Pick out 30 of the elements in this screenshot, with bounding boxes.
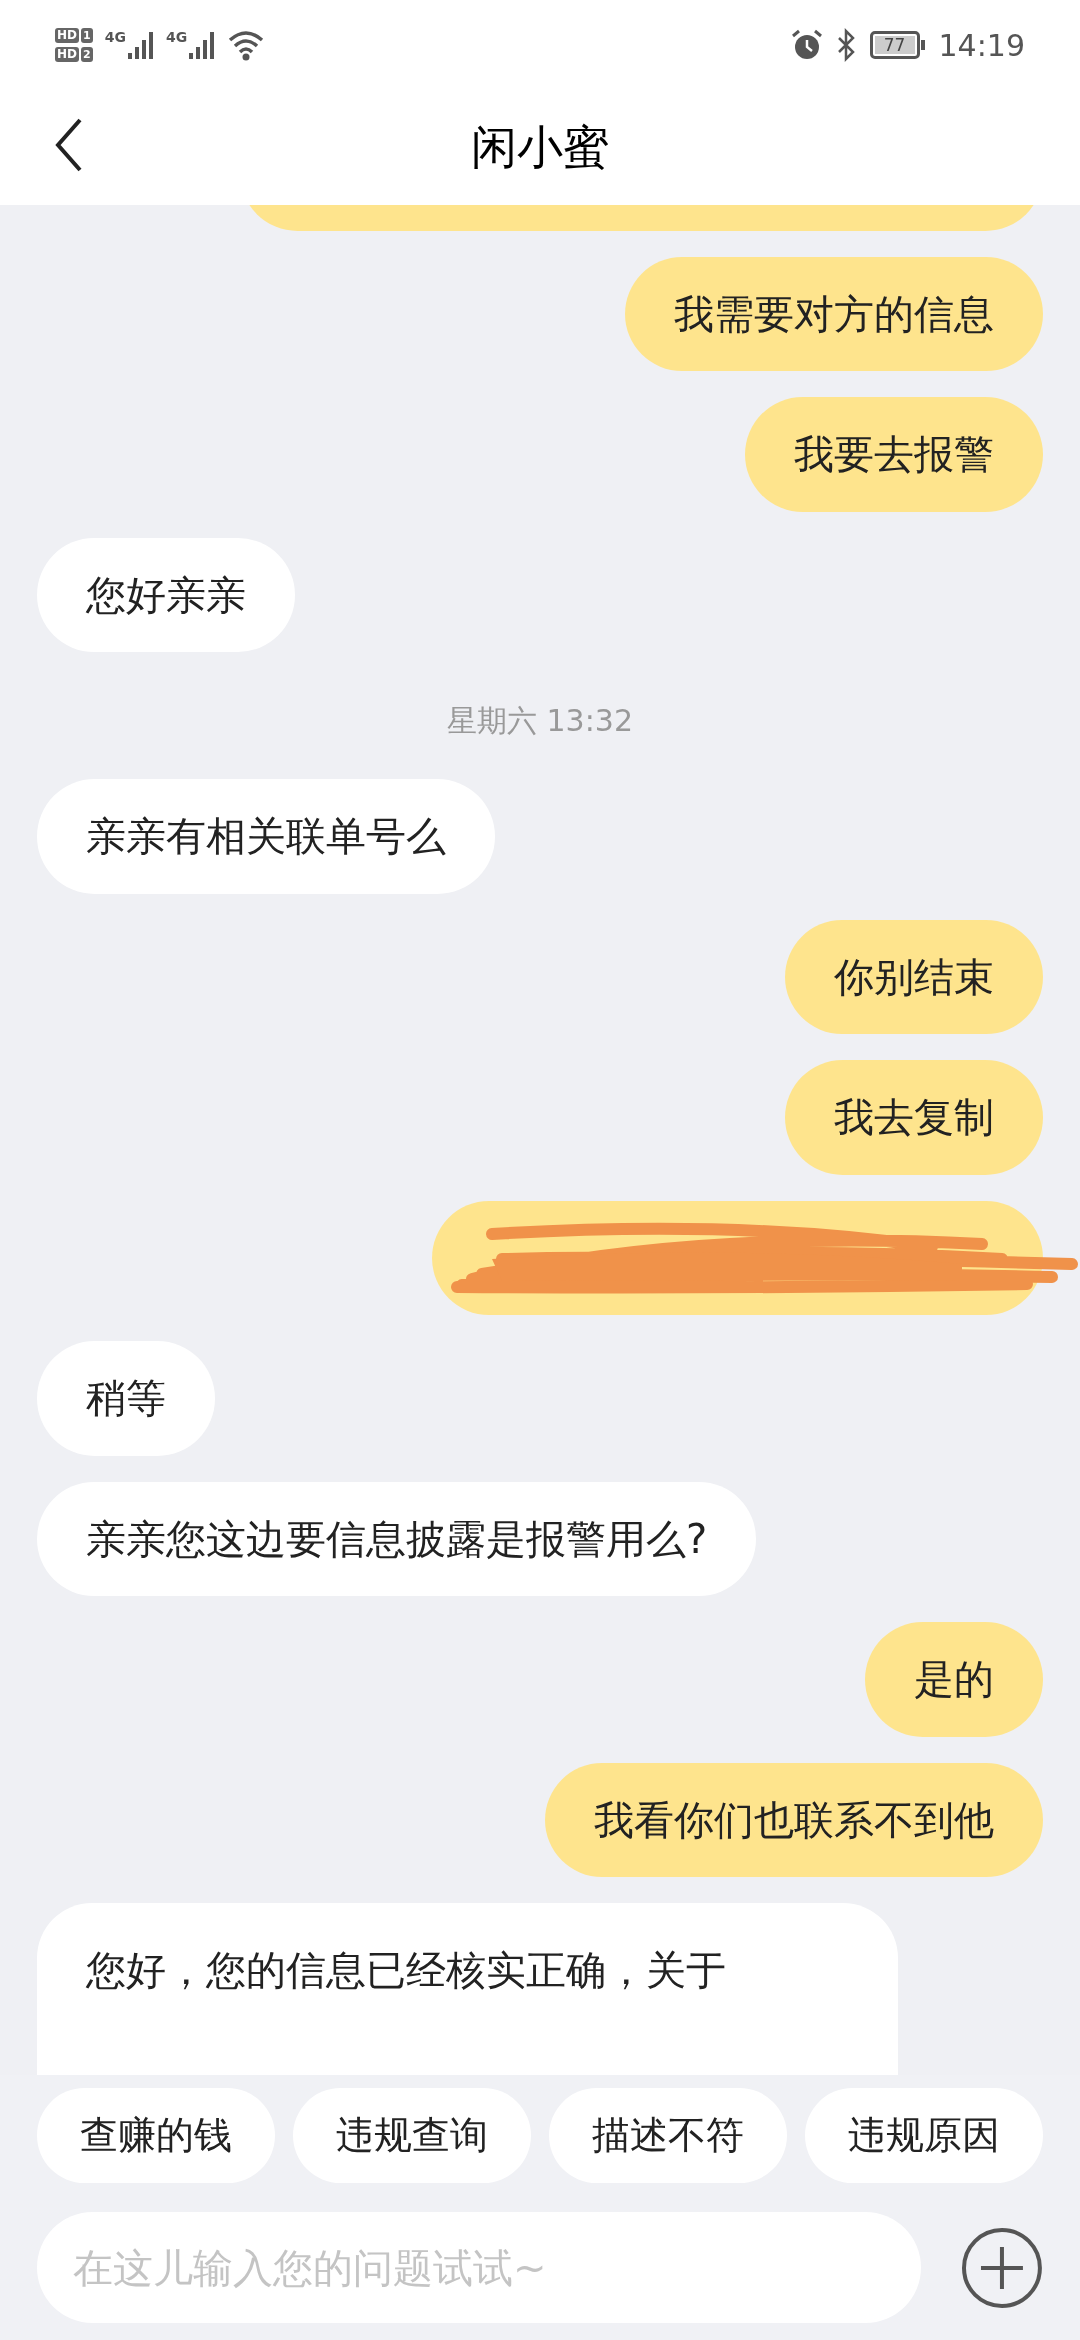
- network-label: 4G: [165, 29, 188, 45]
- hd-badge: HD: [55, 47, 79, 62]
- signal-icon: [125, 29, 156, 61]
- sim-slot-badge: 2: [81, 47, 93, 62]
- hd-badge: HD: [55, 28, 79, 43]
- alarm-icon: [789, 28, 824, 62]
- network-label: 4G: [104, 29, 126, 45]
- message-bubble: 我需要对方的信息: [625, 256, 1043, 371]
- message-bubble: 您好亲亲: [37, 537, 295, 652]
- chat-title: 闲小蜜: [471, 119, 609, 176]
- wifi-icon: [227, 29, 266, 61]
- quick-reply-chip[interactable]: 违规查询: [293, 2088, 531, 2183]
- quick-reply-chip[interactable]: 描述不符: [549, 2088, 787, 2183]
- message-bubble: 稍等: [37, 1341, 215, 1456]
- message-bubble: 你别结束: [785, 919, 1043, 1034]
- add-icon[interactable]: [961, 2226, 1043, 2309]
- quick-reply-chip[interactable]: 违规原因: [805, 2088, 1043, 2183]
- message-bubble: 是的: [865, 1622, 1043, 1737]
- timestamp: 星期六 13:32: [447, 702, 633, 740]
- status-time: 14:19: [938, 26, 1025, 65]
- message-bubble: 亲亲有相关联单号么: [37, 779, 495, 894]
- message-bubble: 我要去报警: [745, 397, 1043, 512]
- quick-reply-chip[interactable]: 查赚的钱: [37, 2088, 275, 2183]
- sim-slot-badge: 1: [81, 28, 93, 43]
- battery-icon: 77: [869, 31, 920, 59]
- bluetooth-icon: [835, 28, 856, 62]
- message-bubble: 我去复制: [785, 1060, 1043, 1175]
- message-bubble: 亲亲您这边要信息披露是报警用么?: [37, 1481, 757, 1596]
- message-bubble: 我看你们也联系不到他: [545, 1762, 1043, 1877]
- message-input[interactable]: 在这儿输入您的问题试试~: [37, 2212, 922, 2323]
